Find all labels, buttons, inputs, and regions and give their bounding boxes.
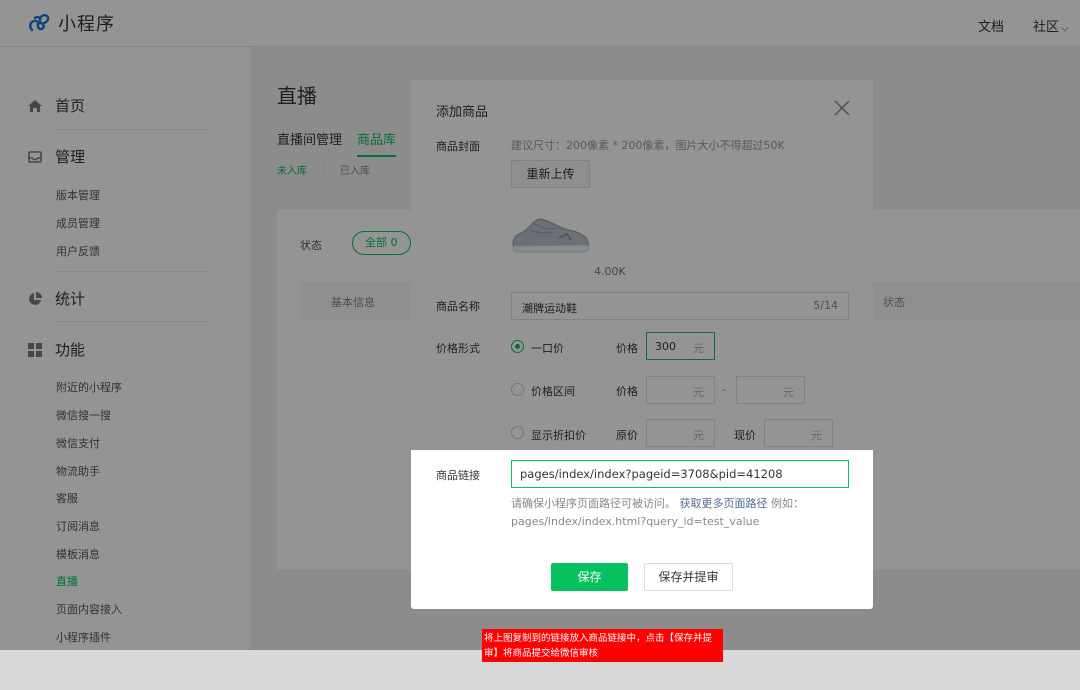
save-button[interactable]: 保存 bbox=[551, 563, 628, 591]
instruction-callout: 将上图复制到的链接放入商品链接中，点击【保存并提审】将商品提交给微信审核 bbox=[482, 629, 723, 662]
link-hint: 请确保小程序页面路径可被访问。 获取更多页面路径 例如：pages/index/… bbox=[511, 495, 851, 531]
product-link-input[interactable]: pages/index/index?pageid=3708&pid=41208 bbox=[511, 460, 849, 488]
add-product-dialog: 添加商品 商品封面 建议尺寸：200像素 * 200像素，图片大小不得超过50K… bbox=[411, 80, 873, 609]
product-link-value: pages/index/index?pageid=3708&pid=41208 bbox=[520, 467, 783, 481]
link-hint-prefix: 请确保小程序页面路径可被访问。 bbox=[511, 497, 676, 510]
dialog-dim-overlay bbox=[411, 80, 873, 450]
link-label: 商品链接 bbox=[436, 467, 480, 483]
more-paths-link[interactable]: 获取更多页面路径 bbox=[680, 497, 768, 510]
save-and-submit-button[interactable]: 保存并提审 bbox=[644, 563, 733, 591]
